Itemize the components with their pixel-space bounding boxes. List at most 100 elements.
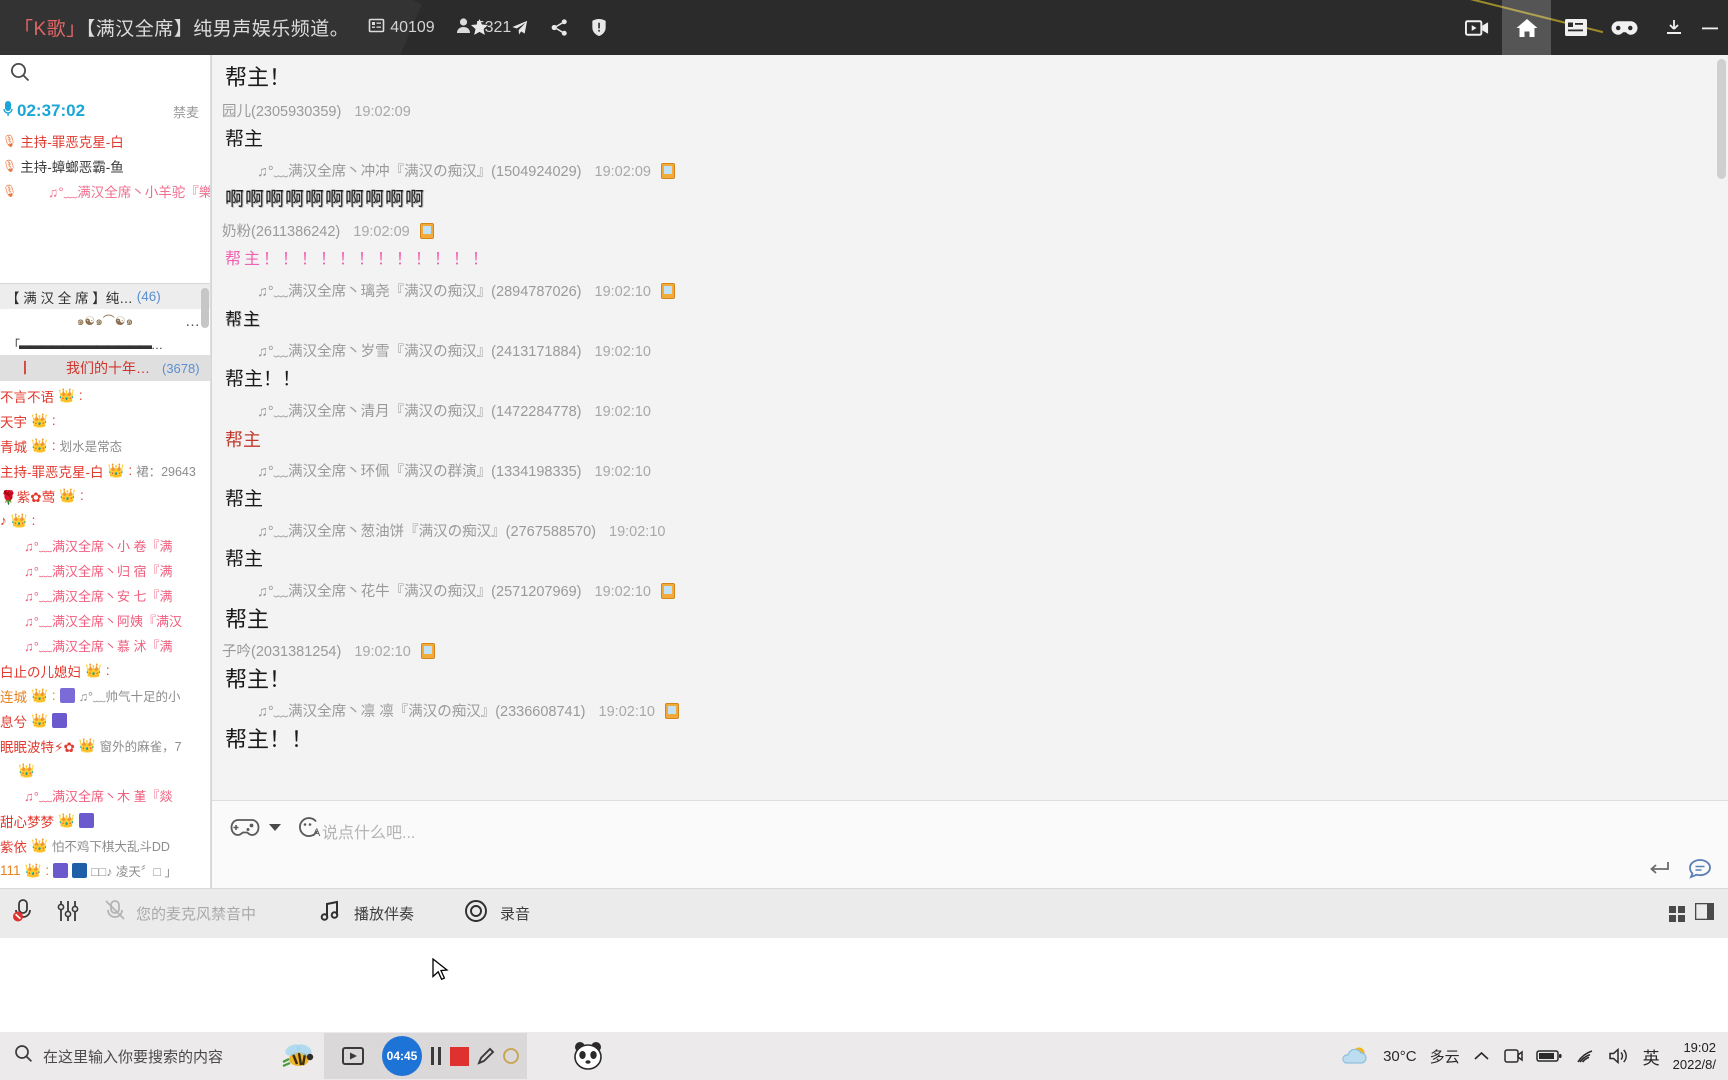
list-item[interactable]: 天宇 👑: xyxy=(0,408,210,433)
taskbar-search-placeholder[interactable]: 在这里输入你要搜索的内容 xyxy=(43,1046,223,1067)
chat-message[interactable]: ♫°﹏满汉全席丶璃尧『满汉の痴汉』(2894787026) 19:02:10 帮… xyxy=(222,279,1728,339)
room-list-header[interactable]: 【 满 汉 全 席 】纯… (46) xyxy=(0,283,210,309)
chat-message[interactable]: 子吟(2031381254) 19:02:10 帮主！ xyxy=(222,639,1728,699)
list-item[interactable]: 不言不语 👑: xyxy=(0,383,210,408)
volume-icon[interactable] xyxy=(1608,1047,1630,1065)
current-song-header[interactable]: 丨 我们的十年… (3678) xyxy=(0,355,210,381)
list-item[interactable]: ♫°﹏满汉全席丶慕 沭『满 xyxy=(0,633,210,658)
grid-icon[interactable] xyxy=(1669,906,1685,922)
minimize-icon[interactable] xyxy=(1698,0,1728,55)
audio-mixer-button[interactable] xyxy=(56,899,82,928)
chevron-up-icon[interactable] xyxy=(1473,1049,1490,1063)
search-icon[interactable] xyxy=(9,61,31,88)
mute-label[interactable]: 禁麦 xyxy=(173,102,199,121)
panda-app-icon[interactable] xyxy=(565,1033,611,1079)
enter-send-icon[interactable] xyxy=(1648,860,1670,878)
audio-mixer-icon[interactable] xyxy=(56,899,82,928)
pause-icon[interactable] xyxy=(428,1045,444,1067)
taskbar-clock[interactable]: 19:02 2022/8/ xyxy=(1673,1039,1716,1073)
list-item[interactable]: ♫°﹏满汉全席丶安 七『满 xyxy=(0,583,210,608)
message-author[interactable]: ♫°﹏满汉全席丶冲冲『满汉の痴汉』(1504924029) xyxy=(257,164,581,180)
chat-message[interactable]: ♫°﹏满汉全席丶环佩『满汉の群演』(1334198335) 19:02:10 帮… xyxy=(222,459,1728,519)
room-more-icon[interactable]: … xyxy=(185,313,200,330)
list-item[interactable]: 🌹紫✿莺 👑: xyxy=(0,483,210,508)
message-author[interactable]: ♫°﹏满汉全席丶葱油饼『满汉の痴汉』(2767588570) xyxy=(257,524,596,540)
panel-icon[interactable] xyxy=(1694,902,1715,925)
list-item[interactable]: ♫°﹏满汉全席丶阿姨『满汉 xyxy=(0,608,210,633)
list-item[interactable]: 青城 👑: 划水是常态 xyxy=(0,433,210,458)
search-icon[interactable] xyxy=(14,1044,33,1068)
share-icon[interactable] xyxy=(550,18,569,37)
message-author[interactable]: ♫°﹏满汉全席丶花牛『满汉の痴汉』(2571207969) xyxy=(257,584,581,600)
music-note-icon[interactable] xyxy=(318,899,342,928)
stop-icon[interactable] xyxy=(450,1046,469,1066)
host-row-1[interactable]: 🎙 主持-蟑螂恶霸-鱼 xyxy=(0,153,210,178)
minimize-down-icon[interactable] xyxy=(1649,0,1698,55)
list-item[interactable]: 紫依 👑 怕不鸡下棋大乱斗DD xyxy=(0,833,210,858)
speech-bubble-icon[interactable] xyxy=(1688,858,1712,880)
message-author[interactable]: ♫°﹏满汉全席丶璃尧『满汉の痴汉』(2894787026) xyxy=(257,284,581,300)
media-player-pill[interactable]: 04:45 xyxy=(324,1033,527,1079)
video-record-icon[interactable] xyxy=(1453,0,1502,55)
message-author[interactable]: ♫°﹏满汉全席丶岁雪『满汉の痴汉』(2413171884) xyxy=(257,344,581,360)
mic-muted-button[interactable] xyxy=(12,898,34,929)
wifi-icon[interactable] xyxy=(1575,1048,1595,1065)
star-icon[interactable] xyxy=(470,18,489,37)
sidebar-scrollbar[interactable] xyxy=(201,288,209,328)
recording-timer[interactable]: 04:45 xyxy=(382,1036,422,1076)
list-item[interactable]: 主持-罪恶克星-白 👑: 裙：29643 xyxy=(0,458,210,483)
message-author[interactable]: ♫°﹏满汉全席丶环佩『满汉の群演』(1334198335) xyxy=(257,464,581,480)
message-author[interactable]: ♫°﹏满汉全席丶清月『满汉の痴汉』(1472284778) xyxy=(257,404,581,420)
host-row-2[interactable]: 🎙 ♫°﹏满汉全席丶小羊驼『樂 xyxy=(0,178,210,203)
battery-icon[interactable] xyxy=(1535,1048,1562,1064)
airplane-icon[interactable] xyxy=(510,18,529,37)
news-list-icon[interactable] xyxy=(1551,0,1600,55)
list-item[interactable]: 连城 👑: ♫°﹏帅气十足的小 xyxy=(0,683,210,708)
list-item[interactable]: ♫°﹏满汉全席丶小 卷『满 xyxy=(0,533,210,558)
chat-message[interactable]: ♫°﹏满汉全席丶花牛『满汉の痴汉』(2571207969) 19:02:10 帮… xyxy=(222,579,1728,639)
partly-cloudy-icon[interactable] xyxy=(1340,1044,1370,1068)
mic-muted-icon[interactable] xyxy=(12,898,34,929)
media-app-icon[interactable] xyxy=(330,1033,376,1079)
pen-icon[interactable] xyxy=(475,1045,495,1067)
chat-message[interactable]: ♫°﹏满汉全席丶葱油饼『满汉の痴汉』(2767588570) 19:02:10 … xyxy=(222,519,1728,579)
chat-message[interactable]: 园儿(2305930359) 19:02:09 帮主 xyxy=(222,99,1728,159)
message-author[interactable]: 奶粉(2611386242) xyxy=(222,224,340,240)
list-item[interactable]: ♫°﹏满汉全席丶归 宿『满 xyxy=(0,558,210,583)
gamepad-icon[interactable] xyxy=(1600,0,1649,55)
gamepad-icon[interactable] xyxy=(230,817,260,838)
chat-message[interactable]: ♫°﹏满汉全席丶清月『满汉の痴汉』(1472284778) 19:02:10 帮… xyxy=(222,399,1728,459)
message-composer[interactable]: A 说点什么吧... xyxy=(211,800,1728,888)
list-item[interactable]: 息兮 👑 xyxy=(0,708,210,733)
play-accompaniment-button[interactable]: 播放伴奏 xyxy=(318,899,414,928)
ime-indicator[interactable]: 英 xyxy=(1643,1044,1660,1069)
list-item[interactable]: ♪ 👑: xyxy=(0,508,210,533)
chat-message[interactable]: ♫°﹏满汉全席丶凛 凛『满汉の痴汉』(2336608741) 19:02:10 … xyxy=(222,699,1728,759)
message-input[interactable]: 说点什么吧... xyxy=(322,819,415,843)
chevron-down-icon[interactable] xyxy=(269,823,281,832)
message-author[interactable]: 子吟(2031381254) xyxy=(222,644,341,660)
message-author[interactable]: ♫°﹏满汉全席丶凛 凛『满汉の痴汉』(2336608741) xyxy=(257,704,586,720)
emoji-text-icon[interactable]: A xyxy=(296,815,322,839)
chat-message[interactable]: ♫°﹏满汉全席丶冲冲『满汉の痴汉』(1504924029) 19:02:09 啊… xyxy=(222,159,1728,219)
list-item[interactable]: 白止の儿媳妇 👑: xyxy=(0,658,210,683)
bee-app-icon[interactable] xyxy=(274,1033,320,1079)
sidebar-search-row[interactable] xyxy=(0,55,210,94)
list-item[interactable]: ♫°﹏满汉全席丶木 堇『燚 xyxy=(0,783,210,808)
taskbar-search[interactable]: 在这里输入你要搜索的内容 xyxy=(0,1044,270,1068)
chat-message[interactable]: 奶粉(2611386242) 19:02:09 帮主！！！！！！！！！！！！ xyxy=(222,219,1728,279)
camera-icon[interactable] xyxy=(1503,1047,1523,1065)
list-item[interactable]: 111 👑: □□♪ 凌天〞□ 」 xyxy=(0,858,210,883)
chat-scrollbar[interactable] xyxy=(1717,59,1726,179)
record-button[interactable]: 录音 xyxy=(464,899,530,928)
record-circle-icon[interactable] xyxy=(464,899,488,928)
list-item[interactable]: 👑 xyxy=(0,758,210,783)
message-author[interactable]: 园儿(2305930359) xyxy=(222,104,341,120)
list-item[interactable]: 甜心梦梦 👑 xyxy=(0,808,210,833)
home-icon[interactable] xyxy=(1502,0,1551,55)
list-item[interactable]: 眠眠波特⚡✿ 👑 窗外的麻雀，7 xyxy=(0,733,210,758)
host-row-0[interactable]: 🎙 主持-罪恶克星-白 xyxy=(0,128,210,153)
circle-icon[interactable] xyxy=(501,1045,521,1067)
chat-message[interactable]: ♫°﹏满汉全席丶岁雪『满汉の痴汉』(2413171884) 19:02:10 帮… xyxy=(222,339,1728,399)
info-icon[interactable] xyxy=(590,18,608,37)
